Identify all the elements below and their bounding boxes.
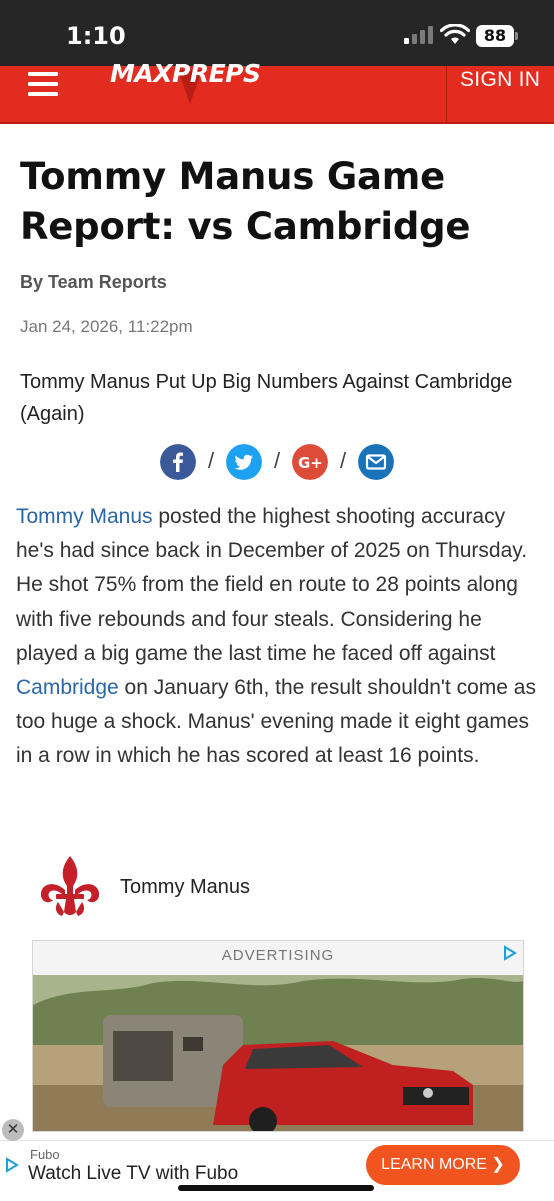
fleur-de-lis-icon xyxy=(40,856,100,916)
ad-headline: Watch Live TV with Fubo xyxy=(28,1163,239,1184)
share-separator: / xyxy=(274,448,281,473)
close-icon[interactable]: ✕ xyxy=(2,1119,24,1141)
clock: 1:10 xyxy=(66,22,126,50)
body-text-part: posted the highest shooting accuracy he'… xyxy=(16,505,528,665)
svg-text:G+: G+ xyxy=(298,454,323,472)
byline: By Team Reports xyxy=(20,272,167,292)
ad-brand: Fubo xyxy=(30,1147,60,1162)
home-indicator[interactable] xyxy=(178,1185,374,1191)
article-subtitle: Tommy Manus Put Up Big Numbers Against C… xyxy=(20,371,513,425)
player-name: Tommy Manus xyxy=(120,876,251,898)
svg-text:MAXPREPS: MAXPREPS xyxy=(110,60,260,88)
facebook-icon[interactable] xyxy=(160,444,196,480)
sign-in-button[interactable]: SIGN IN xyxy=(460,68,540,92)
article-body: Tommy Manus posted the highest shooting … xyxy=(16,500,544,774)
site-header: MAXPREPS SIGN IN xyxy=(0,60,554,124)
opponent-link[interactable]: Cambridge xyxy=(16,676,119,699)
battery-indicator: 88 xyxy=(476,25,514,47)
share-bar: / / G+ / xyxy=(160,444,400,482)
header-divider xyxy=(446,66,447,122)
status-bar: 1:10 88 xyxy=(0,0,554,66)
google-plus-icon[interactable]: G+ xyxy=(292,444,328,480)
menu-icon[interactable] xyxy=(28,72,58,102)
advertisement[interactable]: ADVERTISING xyxy=(32,940,524,1132)
ad-label: ADVERTISING xyxy=(221,947,335,964)
player-card[interactable]: Tommy Manus xyxy=(36,854,336,920)
ad-image xyxy=(33,975,523,1131)
learn-more-button[interactable]: LEARN MORE ❯ xyxy=(366,1145,520,1185)
share-separator: / xyxy=(340,448,347,473)
email-icon[interactable] xyxy=(358,444,394,480)
adchoices-icon[interactable] xyxy=(4,1157,20,1173)
article-title: Tommy Manus Game Report: vs Cambridge xyxy=(20,155,471,248)
twitter-icon[interactable] xyxy=(226,444,262,480)
adchoices-icon[interactable] xyxy=(503,945,517,961)
player-link[interactable]: Tommy Manus xyxy=(16,505,153,528)
maxpreps-logo[interactable]: MAXPREPS xyxy=(104,60,280,104)
share-separator: / xyxy=(208,448,215,473)
publish-date: Jan 24, 2026, 11:22pm xyxy=(20,317,193,336)
bottom-ad-banner[interactable]: ✕ Fubo Watch Live TV with Fubo LEARN MOR… xyxy=(0,1119,554,1201)
cellular-signal-icon xyxy=(404,26,433,44)
wifi-icon xyxy=(440,24,470,44)
battery-tip xyxy=(515,32,518,40)
